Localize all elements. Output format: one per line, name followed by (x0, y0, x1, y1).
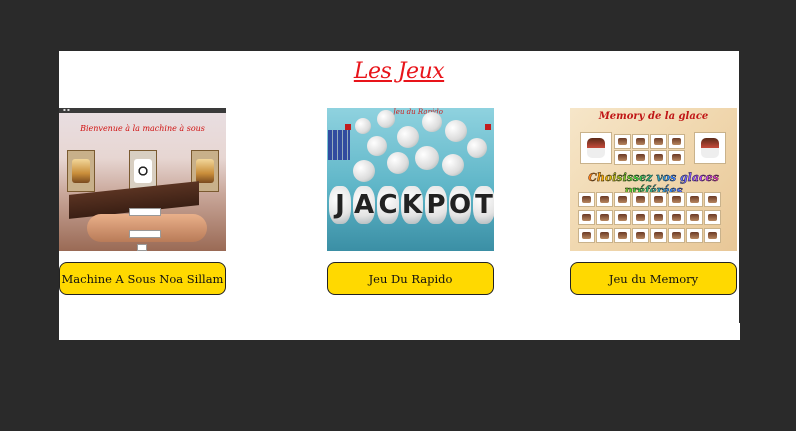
red-marker-right (485, 124, 491, 130)
jackpot-letter: C (377, 186, 399, 224)
slot-machine-heading: Bienvenue à la machine à sous (80, 124, 205, 133)
spin-mini-button (137, 244, 147, 251)
window-titlebar: ▪ ▪ (59, 108, 226, 113)
memory-button[interactable]: Jeu du Memory (570, 262, 737, 295)
jackpot-letter: P (425, 186, 447, 224)
red-marker (345, 124, 351, 130)
game-card-rapido: Jeu du Rapido J A C K P O T Jeu Du Rapid… (327, 108, 494, 295)
jackpot-letter: A (353, 186, 375, 224)
rapido-button[interactable]: Jeu Du Rapido (327, 262, 494, 295)
jackpot-letter: T (473, 186, 494, 224)
slot-machine-thumbnail[interactable]: ▪ ▪ Bienvenue à la machine à sous (59, 108, 226, 251)
games-panel: Les Jeux ▪ ▪ Bienvenue à la machine à so… (59, 51, 739, 340)
slot-machine-button[interactable]: Machine A Sous Noa Sillam (59, 262, 226, 295)
memory-thumbnail[interactable]: Memory de la glace Choisissez vos glaces… (570, 108, 737, 251)
number-grid (328, 130, 350, 160)
memory-tile (694, 132, 726, 164)
memory-tile (580, 132, 612, 164)
memory-heading: Memory de la glace (598, 111, 709, 122)
bet-field-2 (129, 230, 161, 238)
game-card-slot-machine: ▪ ▪ Bienvenue à la machine à sous Machin… (59, 108, 226, 295)
page-title: Les Jeux (353, 59, 445, 84)
jackpot-letter: O (449, 186, 471, 224)
bet-field (129, 208, 161, 216)
game-card-memory: Memory de la glace Choisissez vos glaces… (570, 108, 737, 295)
jackpot-letter: J (329, 186, 351, 224)
rapido-thumbnail[interactable]: Jeu du Rapido J A C K P O T (327, 108, 494, 251)
edge-marker (738, 323, 740, 340)
jackpot-letter: K (401, 186, 423, 224)
